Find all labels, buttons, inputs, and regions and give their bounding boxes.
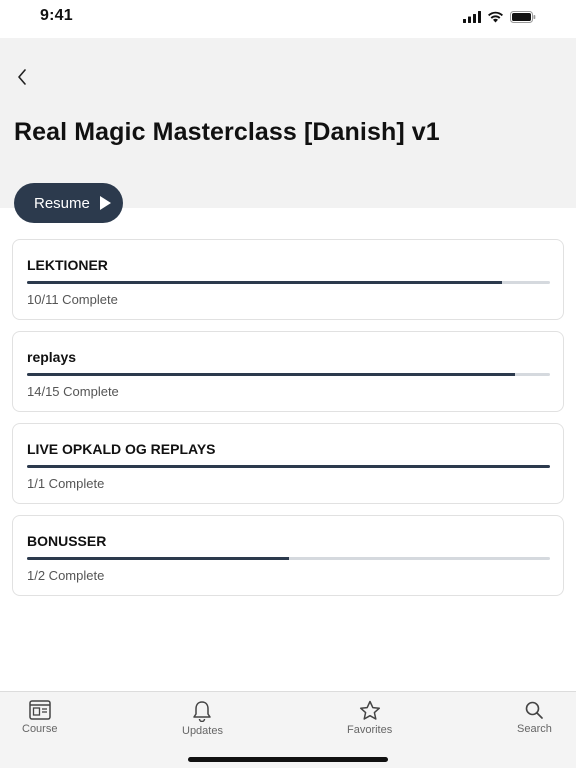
module-progress-fill: [27, 465, 550, 468]
tab-search[interactable]: Search: [517, 700, 552, 735]
module-title: BONUSSER: [27, 533, 107, 549]
module-progress-bar: [27, 557, 550, 560]
tab-label: Course: [22, 723, 58, 735]
home-indicator: [188, 757, 388, 762]
module-status: 10/11 Complete: [27, 292, 118, 307]
status-bar: 9:41: [0, 0, 576, 38]
resume-button[interactable]: Resume: [14, 183, 123, 223]
module-card-live-opkald[interactable]: LIVE OPKALD OG REPLAYS 1/1 Complete: [12, 423, 564, 504]
wifi-icon: [488, 11, 503, 23]
play-icon: [99, 196, 111, 210]
module-progress-fill: [27, 557, 289, 560]
module-list: LEKTIONER 10/11 Complete replays 14/15 C…: [12, 239, 564, 607]
tab-updates[interactable]: Updates: [182, 700, 223, 737]
module-card-bonusser[interactable]: BONUSSER 1/2 Complete: [12, 515, 564, 596]
tab-course[interactable]: Course: [22, 700, 57, 735]
module-title: replays: [27, 349, 77, 365]
module-card-replays[interactable]: replays 14/15 Complete: [12, 331, 564, 412]
module-progress-bar: [27, 465, 550, 468]
battery-icon: [510, 11, 536, 23]
search-icon: [526, 701, 544, 719]
module-progress-fill: [27, 373, 515, 376]
tab-favorites[interactable]: Favorites: [347, 700, 392, 736]
module-progress-bar: [27, 281, 550, 284]
module-progress-fill: [27, 281, 503, 284]
bell-icon: [193, 701, 212, 722]
tab-label: Updates: [182, 725, 223, 737]
tab-label: Search: [517, 723, 552, 735]
tab-label: Favorites: [347, 724, 393, 736]
back-button[interactable]: [12, 66, 32, 88]
chevron-left-icon: [18, 69, 26, 85]
status-icons: [463, 11, 536, 23]
module-status: 14/15 Complete: [27, 384, 119, 399]
resume-button-label: Resume: [34, 194, 90, 212]
module-title: LEKTIONER: [27, 257, 108, 273]
star-icon: [359, 700, 380, 720]
module-status: 1/1 Complete: [27, 476, 105, 491]
module-status: 1/2 Complete: [27, 568, 105, 583]
course-icon: [28, 700, 51, 720]
status-time: 9:41: [40, 7, 73, 24]
module-card-lektioner[interactable]: LEKTIONER 10/11 Complete: [12, 239, 564, 320]
module-progress-bar: [27, 373, 550, 376]
module-title: LIVE OPKALD OG REPLAYS: [27, 441, 216, 457]
cellular-signal-icon: [463, 11, 481, 23]
page-title: Real Magic Masterclass [Danish] v1: [14, 118, 440, 146]
